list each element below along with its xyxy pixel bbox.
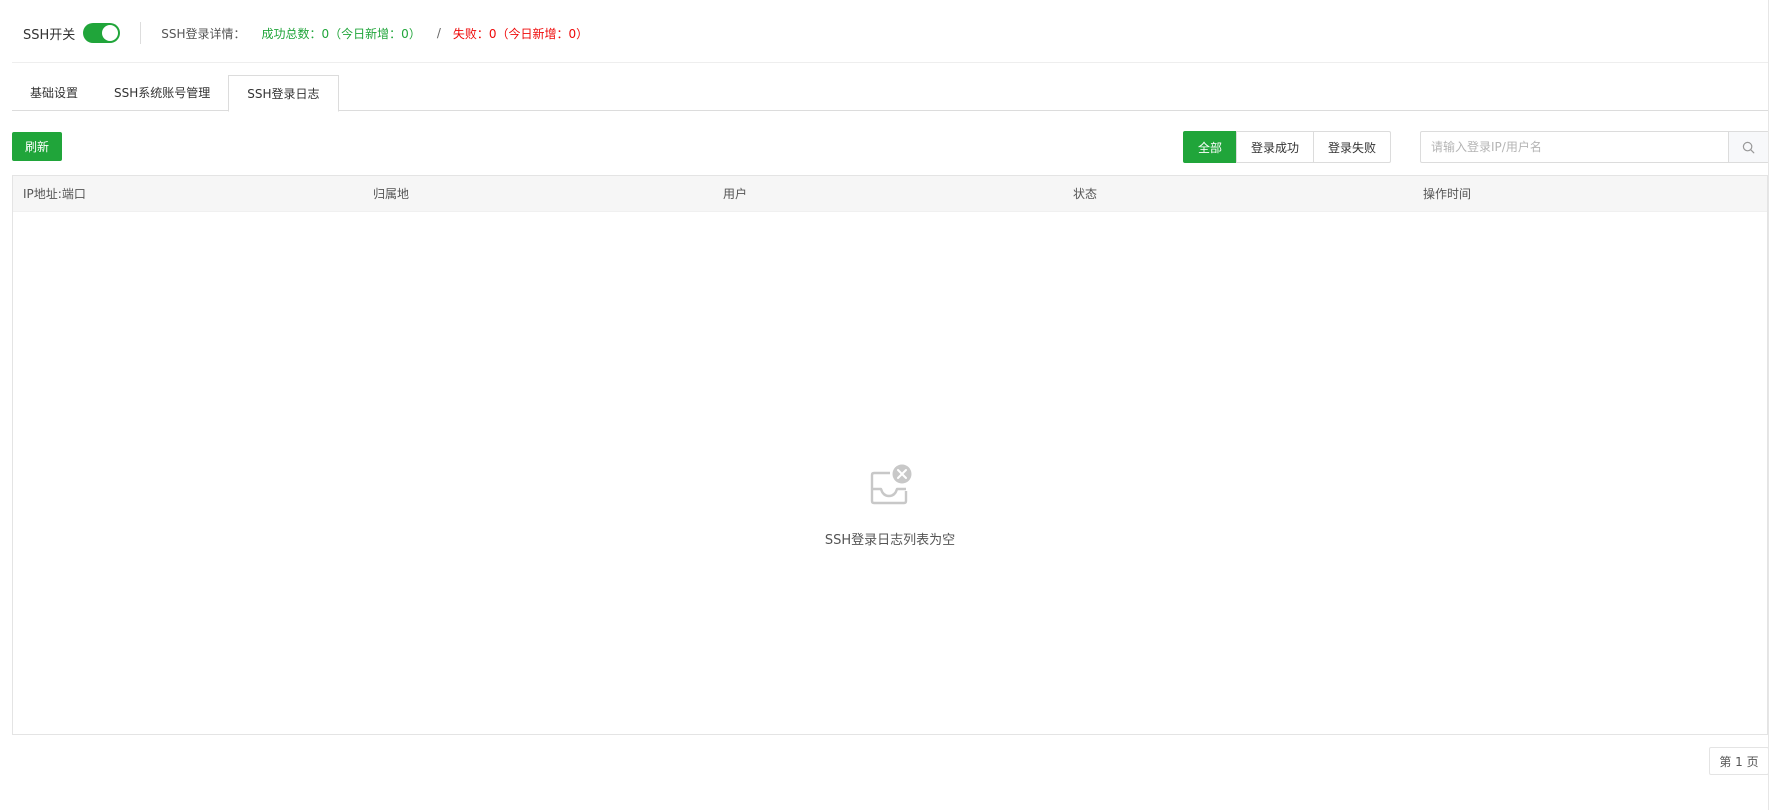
scrollbar-gutter[interactable] xyxy=(1768,0,1786,810)
main-area: SSH开关 SSH登录详情： 成功总数：0（今日新增：0） / 失败：0（今日新… xyxy=(0,0,1769,810)
search-icon xyxy=(1742,141,1755,153)
filter-fail-button[interactable]: 登录失败 xyxy=(1313,131,1392,163)
ssh-switch-label: SSH开关 xyxy=(23,27,76,43)
column-header-user: 用户 xyxy=(723,187,748,201)
search-button[interactable] xyxy=(1728,132,1768,162)
stats-separator: / xyxy=(436,26,441,40)
login-filter-group: 全部 登录成功 登录失败 xyxy=(1183,131,1392,163)
tab-ssh-account-management[interactable]: SSH系统账号管理 xyxy=(96,75,228,111)
table-header: IP地址:端口 归属地 用户 状态 操作时间 xyxy=(13,176,1767,212)
login-log-table: IP地址:端口 归属地 用户 状态 操作时间 SSH登录日志列表为空 xyxy=(12,175,1768,735)
column-header-operation-time: 操作时间 xyxy=(1423,187,1472,201)
refresh-button[interactable]: 刷新 xyxy=(12,132,62,161)
search-box xyxy=(1420,131,1769,163)
tab-basic-settings[interactable]: 基础设置 xyxy=(12,75,96,111)
pagination-current-page[interactable]: 第 1 页 xyxy=(1709,747,1769,775)
column-header-ip-port: IP地址:端口 xyxy=(23,187,86,201)
success-count-text: 成功总数：0（今日新增：0） xyxy=(261,26,421,41)
filter-all-button[interactable]: 全部 xyxy=(1183,131,1238,163)
status-divider xyxy=(140,22,142,44)
ssh-login-detail-label: SSH登录详情： xyxy=(161,26,246,41)
search-input[interactable] xyxy=(1421,132,1728,162)
column-header-location: 归属地 xyxy=(373,187,410,201)
empty-inbox-icon xyxy=(870,464,912,505)
ssh-switch-toggle[interactable] xyxy=(83,23,121,43)
empty-state-text: SSH登录日志列表为空 xyxy=(824,533,956,548)
filter-success-button[interactable]: 登录成功 xyxy=(1236,131,1315,163)
top-divider xyxy=(12,62,1768,63)
tab-ssh-login-log[interactable]: SSH登录日志 xyxy=(228,75,339,112)
fail-count-text: 失败：0（今日新增：0） xyxy=(452,26,589,41)
column-header-status: 状态 xyxy=(1073,187,1098,201)
tab-bar: 基础设置 SSH系统账号管理 SSH登录日志 xyxy=(12,75,1768,112)
ssh-status-bar: SSH开关 SSH登录详情： 成功总数：0（今日新增：0） / 失败：0（今日新… xyxy=(23,20,588,46)
empty-state: SSH登录日志列表为空 xyxy=(13,212,1767,734)
switch-knob xyxy=(102,25,119,41)
